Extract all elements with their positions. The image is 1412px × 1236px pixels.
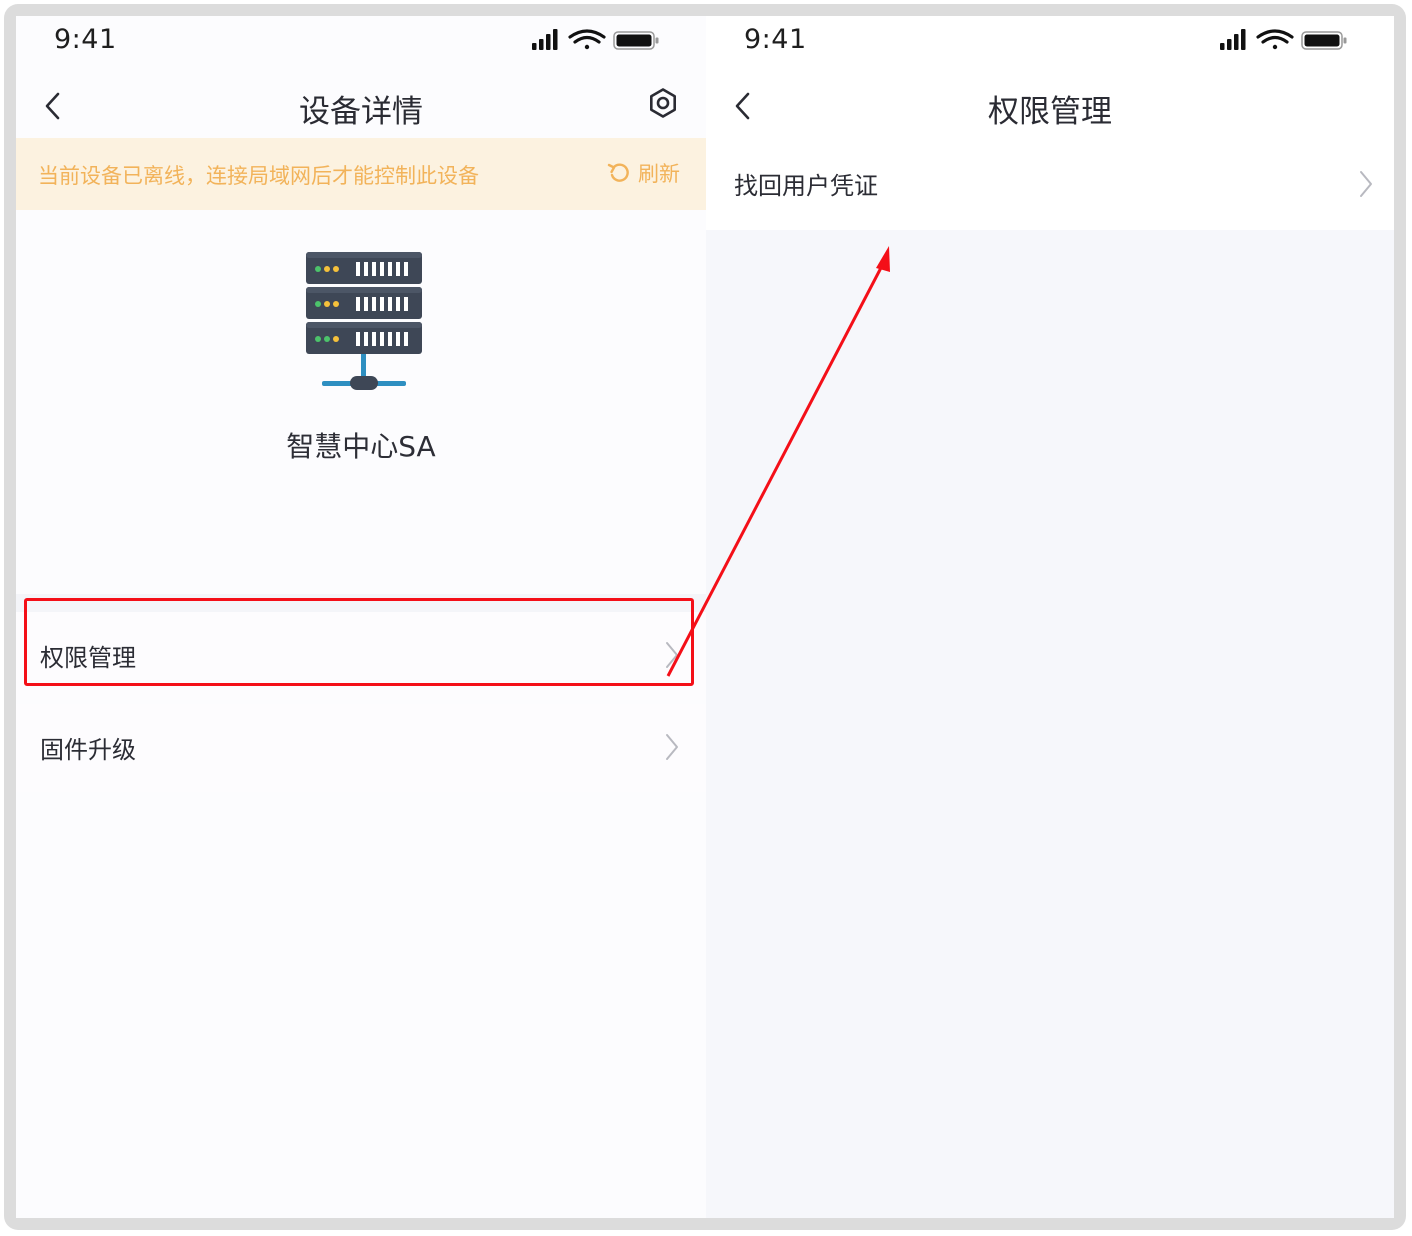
- status-bar: 9:41: [16, 16, 706, 76]
- permission-management-screen: 9:41 权限管理 找回用户凭证: [706, 16, 1394, 1218]
- offline-banner: 当前设备已离线，连接局域网后才能控制此设备 刷新: [16, 138, 706, 210]
- refresh-label: 刷新: [638, 162, 680, 186]
- page-title: 权限管理: [988, 94, 1112, 130]
- status-bar: 9:41: [706, 16, 1394, 76]
- status-icons: [1220, 29, 1347, 50]
- banner-message: 当前设备已离线，连接局域网后才能控制此设备: [38, 164, 479, 188]
- signal-icon: [1220, 29, 1246, 50]
- battery-icon: [1301, 31, 1347, 50]
- signal-icon: [532, 29, 558, 50]
- chevron-right-icon: [666, 734, 678, 760]
- server-rack-icon: [306, 252, 422, 390]
- refresh-icon: [607, 163, 629, 182]
- status-icons: [532, 29, 659, 50]
- refresh-button[interactable]: 刷新: [606, 158, 680, 188]
- list-item-label: 找回用户凭证: [734, 172, 878, 200]
- nav-bar: 设备详情: [16, 76, 706, 138]
- highlight-box: [24, 598, 694, 686]
- status-time: 9:41: [54, 24, 117, 55]
- gear-icon[interactable]: [646, 86, 680, 120]
- chevron-right-icon: [1360, 171, 1372, 197]
- status-time: 9:41: [744, 24, 807, 55]
- wifi-icon: [1256, 29, 1294, 50]
- list-item-label: 固件升级: [40, 736, 136, 764]
- device-card: 智慧中心SA: [16, 210, 706, 594]
- nav-bar: 权限管理: [706, 76, 1394, 138]
- list-item-recover-user-credentials[interactable]: 找回用户凭证: [706, 138, 1394, 230]
- battery-icon: [613, 31, 659, 50]
- page-title: 设备详情: [299, 94, 423, 130]
- device-name: 智慧中心SA: [286, 430, 436, 463]
- wifi-icon: [568, 29, 606, 50]
- list-item-firmware-upgrade[interactable]: 固件升级: [16, 704, 706, 792]
